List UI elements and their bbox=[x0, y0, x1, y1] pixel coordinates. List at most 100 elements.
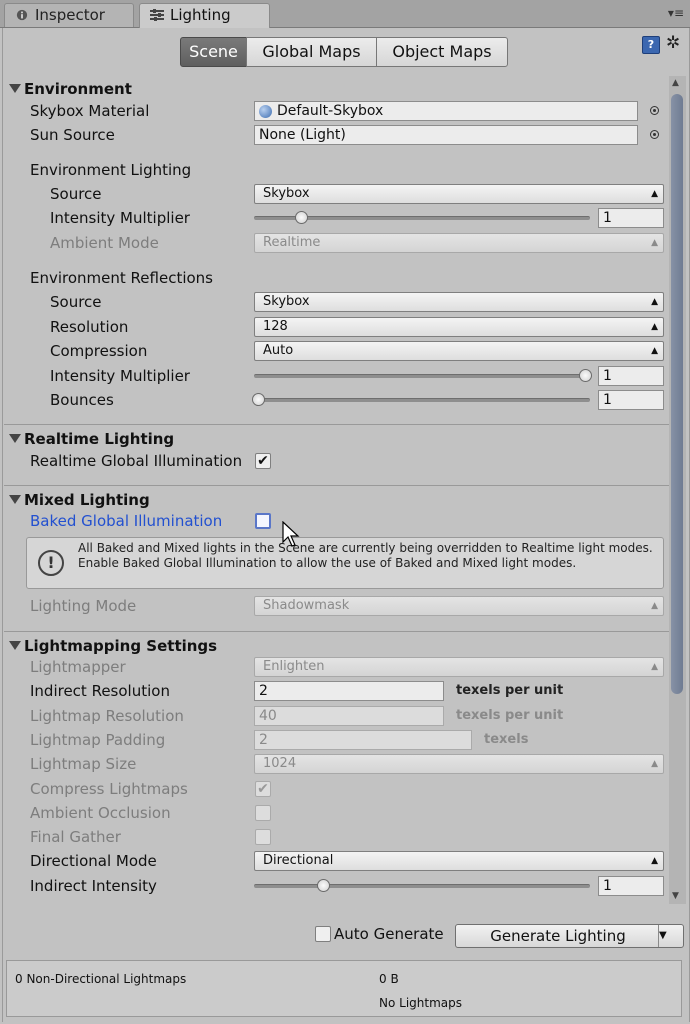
dropdown-arrow-icon: ▲ bbox=[651, 662, 658, 672]
reflection-intensity-slider-thumb[interactable] bbox=[579, 369, 592, 382]
dropdown-arrow-icon: ▲ bbox=[651, 238, 658, 248]
indirect-intensity-slider-track[interactable] bbox=[254, 884, 590, 888]
lightmapper-value: Enlighten bbox=[263, 659, 325, 674]
lighting-mode-label: Lighting Mode bbox=[30, 597, 137, 615]
reflection-compression-dropdown[interactable]: Auto ▲ bbox=[254, 341, 664, 361]
compress-lightmaps-label: Compress Lightmaps bbox=[30, 780, 188, 798]
info-icon bbox=[16, 9, 28, 21]
reflection-source-value: Skybox bbox=[263, 294, 310, 309]
lightmap-size-dropdown[interactable]: 1024 ▲ bbox=[254, 754, 664, 774]
skybox-material-label: Skybox Material bbox=[30, 102, 150, 120]
override-warning-box: ! All Baked and Mixed lights in the Scen… bbox=[26, 537, 664, 589]
final-gather-checkbox[interactable] bbox=[255, 829, 271, 845]
indirect-resolution-label: Indirect Resolution bbox=[30, 682, 170, 700]
indirect-intensity-label: Indirect Intensity bbox=[30, 877, 157, 895]
env-lighting-intensity-slider-thumb[interactable] bbox=[294, 211, 308, 224]
scroll-down-icon[interactable]: ▼ bbox=[672, 891, 679, 901]
gear-icon[interactable]: ✲ bbox=[666, 33, 680, 53]
tab-bar: Inspector Lighting ▾≡ bbox=[0, 0, 690, 28]
scroll-up-icon[interactable]: ▲ bbox=[672, 78, 679, 88]
lightmap-padding-input[interactable]: 2 bbox=[254, 730, 472, 750]
warning-icon: ! bbox=[38, 550, 64, 576]
indirect-intensity-input[interactable]: 1 bbox=[598, 876, 664, 896]
tab-inspector-label: Inspector bbox=[35, 6, 105, 24]
auto-generate-checkbox[interactable] bbox=[315, 926, 331, 942]
mode-scene-button[interactable]: Scene bbox=[180, 37, 247, 67]
section-lightmapping-header[interactable]: Lightmapping Settings bbox=[24, 637, 217, 655]
skybox-sphere-icon bbox=[259, 105, 272, 118]
generate-options-dropdown-icon[interactable]: ▼ bbox=[658, 925, 683, 947]
compress-lightmaps-checkbox[interactable]: ✔ bbox=[255, 781, 271, 797]
reflection-intensity-slider-track[interactable] bbox=[254, 374, 590, 378]
env-lighting-intensity-label: Intensity Multiplier bbox=[50, 209, 190, 227]
section-mixed-lighting-header[interactable]: Mixed Lighting bbox=[24, 491, 150, 509]
lightmap-resolution-unit: texels per unit bbox=[456, 708, 564, 723]
foldout-triangle-icon[interactable] bbox=[9, 641, 21, 650]
foldout-triangle-icon[interactable] bbox=[9, 495, 21, 504]
lightmapper-label: Lightmapper bbox=[30, 658, 126, 676]
scrollbar-thumb[interactable] bbox=[671, 94, 683, 694]
indirect-resolution-unit: texels per unit bbox=[456, 683, 564, 698]
realtime-gi-checkbox[interactable]: ✔ bbox=[255, 453, 271, 469]
lighting-settings-icon bbox=[150, 9, 164, 21]
lighting-mode-value: Shadowmask bbox=[263, 598, 350, 613]
reflection-bounces-input[interactable]: 1 bbox=[598, 390, 664, 410]
section-environment-header[interactable]: Environment bbox=[24, 80, 132, 98]
ambient-occlusion-checkbox[interactable] bbox=[255, 805, 271, 821]
mode-global-maps-button[interactable]: Global Maps bbox=[246, 37, 377, 67]
skybox-material-value: Default-Skybox bbox=[277, 103, 384, 119]
generate-lighting-button[interactable]: Generate Lighting ▼ bbox=[455, 924, 684, 948]
lightmap-status-text: No Lightmaps bbox=[379, 996, 462, 1010]
tab-menu-icon[interactable]: ▾≡ bbox=[668, 6, 684, 20]
help-icon[interactable]: ? bbox=[642, 36, 660, 54]
foldout-triangle-icon[interactable] bbox=[9, 434, 21, 443]
reflection-intensity-input[interactable]: 1 bbox=[598, 366, 664, 386]
sun-source-field[interactable]: None (Light) bbox=[254, 125, 638, 145]
tab-lighting-label: Lighting bbox=[170, 6, 231, 24]
reflection-resolution-dropdown[interactable]: 128 ▲ bbox=[254, 317, 664, 337]
reflection-compression-label: Compression bbox=[50, 342, 148, 360]
env-lighting-intensity-input[interactable]: 1 bbox=[598, 208, 664, 228]
settings-scroll-area: Environment Skybox Material Default-Skyb… bbox=[4, 76, 670, 904]
section-realtime-lighting-header[interactable]: Realtime Lighting bbox=[24, 430, 174, 448]
env-lighting-source-label: Source bbox=[50, 185, 102, 203]
auto-generate-label: Auto Generate bbox=[334, 925, 444, 943]
dropdown-arrow-icon: ▲ bbox=[651, 759, 658, 769]
section-divider bbox=[4, 485, 670, 486]
directional-mode-dropdown[interactable]: Directional ▲ bbox=[254, 851, 664, 871]
lightmapper-dropdown[interactable]: Enlighten ▲ bbox=[254, 657, 664, 677]
tab-lighting[interactable]: Lighting bbox=[139, 3, 270, 28]
reflection-bounces-slider-track[interactable] bbox=[254, 398, 590, 402]
lightmap-padding-unit: texels bbox=[484, 732, 529, 747]
environment-lighting-header: Environment Lighting bbox=[30, 161, 192, 179]
reflection-resolution-value: 128 bbox=[263, 319, 288, 334]
ambient-mode-dropdown[interactable]: Realtime ▲ bbox=[254, 233, 664, 253]
indirect-resolution-input[interactable]: 2 bbox=[254, 681, 444, 701]
dropdown-arrow-icon: ▲ bbox=[651, 322, 658, 332]
mouse-cursor-icon bbox=[282, 521, 300, 547]
baked-gi-label: Baked Global Illumination bbox=[30, 512, 223, 530]
lightmap-resolution-label: Lightmap Resolution bbox=[30, 707, 184, 725]
section-divider bbox=[4, 631, 670, 632]
mode-object-maps-button[interactable]: Object Maps bbox=[376, 37, 508, 67]
baked-gi-checkbox[interactable] bbox=[255, 513, 271, 529]
lightmap-resolution-input[interactable]: 40 bbox=[254, 706, 444, 726]
skybox-material-field[interactable]: Default-Skybox bbox=[254, 101, 638, 121]
env-lighting-source-dropdown[interactable]: Skybox ▲ bbox=[254, 184, 664, 204]
env-lighting-source-value: Skybox bbox=[263, 186, 310, 201]
realtime-gi-label: Realtime Global Illumination bbox=[30, 452, 243, 470]
foldout-triangle-icon[interactable] bbox=[9, 84, 21, 93]
lighting-mode-dropdown[interactable]: Shadowmask ▲ bbox=[254, 596, 664, 616]
indirect-intensity-slider-thumb[interactable] bbox=[317, 879, 331, 892]
object-picker-icon[interactable] bbox=[650, 106, 659, 115]
reflection-source-dropdown[interactable]: Skybox ▲ bbox=[254, 292, 664, 312]
lightmap-size-text: 0 B bbox=[379, 972, 399, 986]
lightmap-size-value: 1024 bbox=[263, 756, 297, 771]
reflection-bounces-slider-thumb[interactable] bbox=[252, 393, 265, 406]
lightmap-size-label: Lightmap Size bbox=[30, 755, 137, 773]
reflection-bounces-label: Bounces bbox=[50, 391, 114, 409]
vertical-scrollbar[interactable]: ▲ ▼ bbox=[669, 76, 686, 904]
tab-inspector[interactable]: Inspector bbox=[4, 3, 134, 27]
ambient-mode-value: Realtime bbox=[263, 235, 321, 250]
object-picker-icon[interactable] bbox=[650, 130, 659, 139]
